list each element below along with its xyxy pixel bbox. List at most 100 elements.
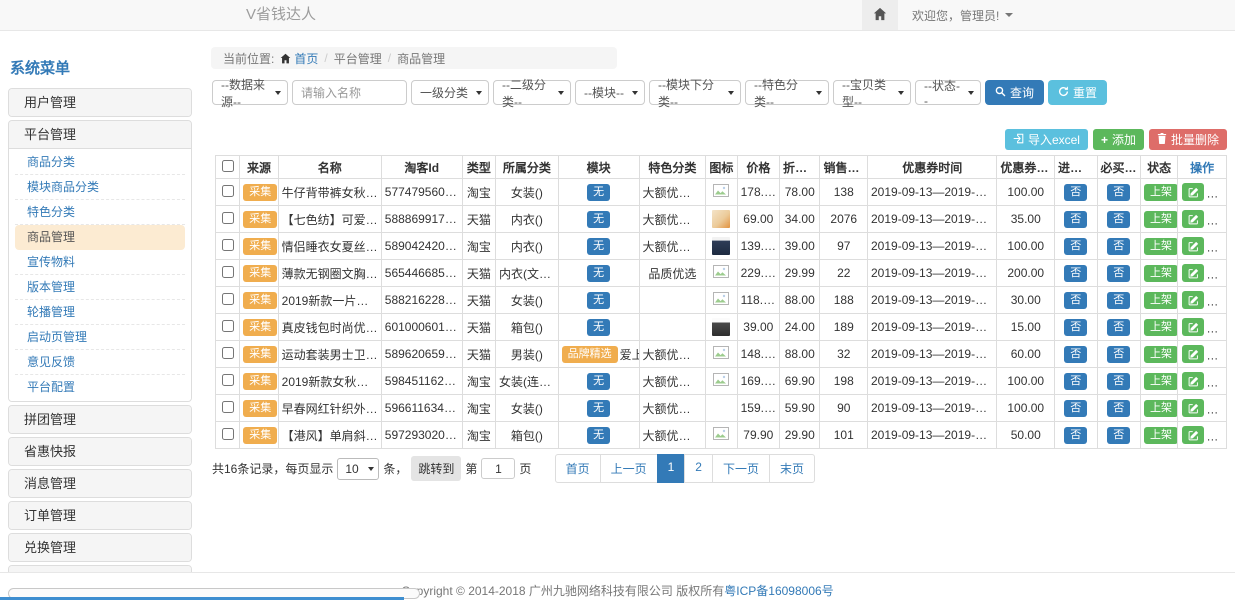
row-checkbox[interactable] xyxy=(222,374,234,386)
page-link-next[interactable]: 下一页 xyxy=(712,454,770,483)
add-button[interactable]: +添加 xyxy=(1093,129,1144,150)
must-buy-toggle-badge[interactable]: 否 xyxy=(1107,265,1130,282)
cell-price: 178.00 xyxy=(737,179,779,206)
status-badge[interactable]: 上架 xyxy=(1144,319,1178,336)
status-filter-value: --状态-- xyxy=(924,77,963,108)
data-source-filter-select[interactable]: --数据来源-- xyxy=(212,80,288,105)
sidebar-item-version-manage[interactable]: 版本管理 xyxy=(15,275,185,300)
must-buy-toggle-badge[interactable]: 否 xyxy=(1107,373,1130,390)
sidebar-item-goods-manage[interactable]: 商品管理 xyxy=(15,225,185,250)
import-select-toggle-badge[interactable]: 否 xyxy=(1064,400,1087,417)
row-checkbox[interactable] xyxy=(222,239,234,251)
row-checkbox[interactable] xyxy=(222,293,234,305)
cell-category: 内衣() xyxy=(496,206,559,233)
level1-category-filter-select[interactable]: 一级分类 xyxy=(411,80,489,105)
status-badge[interactable]: 上架 xyxy=(1144,265,1178,282)
import-select-toggle-badge[interactable]: 否 xyxy=(1064,292,1087,309)
module-sub-category-filter-select[interactable]: --模块下分类-- xyxy=(649,80,741,105)
reset-button[interactable]: 重置 xyxy=(1048,80,1107,105)
row-checkbox[interactable] xyxy=(222,185,234,197)
status-badge[interactable]: 上架 xyxy=(1144,346,1178,363)
sidebar-section-toggle-user-manage[interactable]: 用户管理 xyxy=(9,89,191,116)
status-badge[interactable]: 上架 xyxy=(1144,292,1178,309)
must-buy-toggle-badge[interactable]: 否 xyxy=(1107,238,1130,255)
item-type-filter-select[interactable]: --宝贝类型-- xyxy=(833,80,911,105)
edit-button[interactable] xyxy=(1182,399,1204,417)
sidebar-item-goods-category[interactable]: 商品分类 xyxy=(15,150,185,175)
breadcrumb-home-link[interactable]: 首页 xyxy=(280,50,318,67)
sidebar-section-toggle-exchange-manage[interactable]: 兑换管理 xyxy=(9,534,191,561)
edit-button[interactable] xyxy=(1182,291,1204,309)
feature-category-filter-select[interactable]: --特色分类-- xyxy=(745,80,829,105)
page-link-last[interactable]: 末页 xyxy=(769,454,815,483)
import-select-toggle-badge[interactable]: 否 xyxy=(1064,427,1087,444)
import-excel-button[interactable]: 导入excel xyxy=(1005,129,1088,150)
edit-button[interactable] xyxy=(1182,264,1204,282)
search-icon xyxy=(995,86,1006,100)
must-buy-toggle-badge[interactable]: 否 xyxy=(1107,184,1130,201)
import-select-toggle-badge[interactable]: 否 xyxy=(1064,319,1087,336)
home-nav-button[interactable] xyxy=(862,0,898,30)
must-buy-toggle-badge[interactable]: 否 xyxy=(1107,211,1130,228)
edit-button[interactable] xyxy=(1182,318,1204,336)
sidebar-section-toggle-message-manage[interactable]: 消息管理 xyxy=(9,470,191,497)
sidebar-item-module-goods-category[interactable]: 模块商品分类 xyxy=(15,175,185,200)
page-link-first[interactable]: 首页 xyxy=(555,454,601,483)
row-checkbox[interactable] xyxy=(222,428,234,440)
status-badge[interactable]: 上架 xyxy=(1144,184,1178,201)
page-link-p1[interactable]: 1 xyxy=(657,454,686,483)
status-badge[interactable]: 上架 xyxy=(1144,373,1178,390)
icp-link[interactable]: 粤ICP备16098006号 xyxy=(724,584,833,598)
sidebar-section-toggle-order-manage[interactable]: 订单管理 xyxy=(9,502,191,529)
edit-button[interactable] xyxy=(1182,345,1204,363)
cell-source: 采集 xyxy=(240,422,278,449)
status-filter-select[interactable]: --状态-- xyxy=(915,80,981,105)
edit-button[interactable] xyxy=(1182,372,1204,390)
must-buy-toggle-badge[interactable]: 否 xyxy=(1107,400,1130,417)
import-select-toggle-badge[interactable]: 否 xyxy=(1064,373,1087,390)
sidebar-section-toggle-saving-express[interactable]: 省惠快报 xyxy=(9,438,191,465)
page-link-prev[interactable]: 上一页 xyxy=(600,454,658,483)
import-select-toggle-badge[interactable]: 否 xyxy=(1064,211,1087,228)
status-badge[interactable]: 上架 xyxy=(1144,427,1178,444)
must-buy-toggle-badge[interactable]: 否 xyxy=(1107,319,1130,336)
edit-button[interactable] xyxy=(1182,210,1204,228)
batch-delete-button[interactable]: 批量删除 xyxy=(1149,129,1227,150)
status-badge[interactable]: 上架 xyxy=(1144,400,1178,417)
select-all-checkbox[interactable] xyxy=(222,160,234,172)
search-button[interactable]: 查询 xyxy=(985,80,1044,105)
row-checkbox[interactable] xyxy=(222,347,234,359)
import-select-toggle-badge[interactable]: 否 xyxy=(1064,346,1087,363)
row-checkbox[interactable] xyxy=(222,401,234,413)
sidebar-item-feedback[interactable]: 意见反馈 xyxy=(15,350,185,375)
status-badge[interactable]: 上架 xyxy=(1144,211,1178,228)
sidebar-section-toggle-groupon-manage[interactable]: 拼团管理 xyxy=(9,406,191,433)
sidebar-item-carousel-manage[interactable]: 轮播管理 xyxy=(15,300,185,325)
sidebar-item-splash-manage[interactable]: 启动页管理 xyxy=(15,325,185,350)
import-select-toggle-badge[interactable]: 否 xyxy=(1064,184,1087,201)
name-filter-input[interactable] xyxy=(292,80,407,105)
edit-button[interactable] xyxy=(1182,237,1204,255)
page-number-input[interactable] xyxy=(481,458,515,479)
must-buy-toggle-badge[interactable]: 否 xyxy=(1107,292,1130,309)
sidebar-item-feature-category[interactable]: 特色分类 xyxy=(15,200,185,225)
row-checkbox[interactable] xyxy=(222,320,234,332)
sidebar-section-toggle-platform-manage[interactable]: 平台管理 xyxy=(9,121,191,148)
per-page-select[interactable]: 10 xyxy=(337,458,379,480)
row-checkbox[interactable] xyxy=(222,212,234,224)
level2-category-filter-select[interactable]: --二级分类-- xyxy=(493,80,571,105)
must-buy-toggle-badge[interactable]: 否 xyxy=(1107,427,1130,444)
row-checkbox[interactable] xyxy=(222,266,234,278)
import-select-toggle-badge[interactable]: 否 xyxy=(1064,265,1087,282)
user-menu[interactable]: 欢迎您，管理员! xyxy=(898,0,1027,30)
must-buy-toggle-badge[interactable]: 否 xyxy=(1107,346,1130,363)
jump-button[interactable]: 跳转到 xyxy=(411,456,461,481)
module-filter-select[interactable]: --模块-- xyxy=(575,80,645,105)
edit-button[interactable] xyxy=(1182,426,1204,444)
edit-button[interactable] xyxy=(1182,183,1204,201)
sidebar-item-promo-material[interactable]: 宣传物料 xyxy=(15,250,185,275)
status-badge[interactable]: 上架 xyxy=(1144,238,1178,255)
sidebar-item-platform-config[interactable]: 平台配置 xyxy=(15,375,185,400)
page-link-p2[interactable]: 2 xyxy=(684,454,713,483)
import-select-toggle-badge[interactable]: 否 xyxy=(1064,238,1087,255)
